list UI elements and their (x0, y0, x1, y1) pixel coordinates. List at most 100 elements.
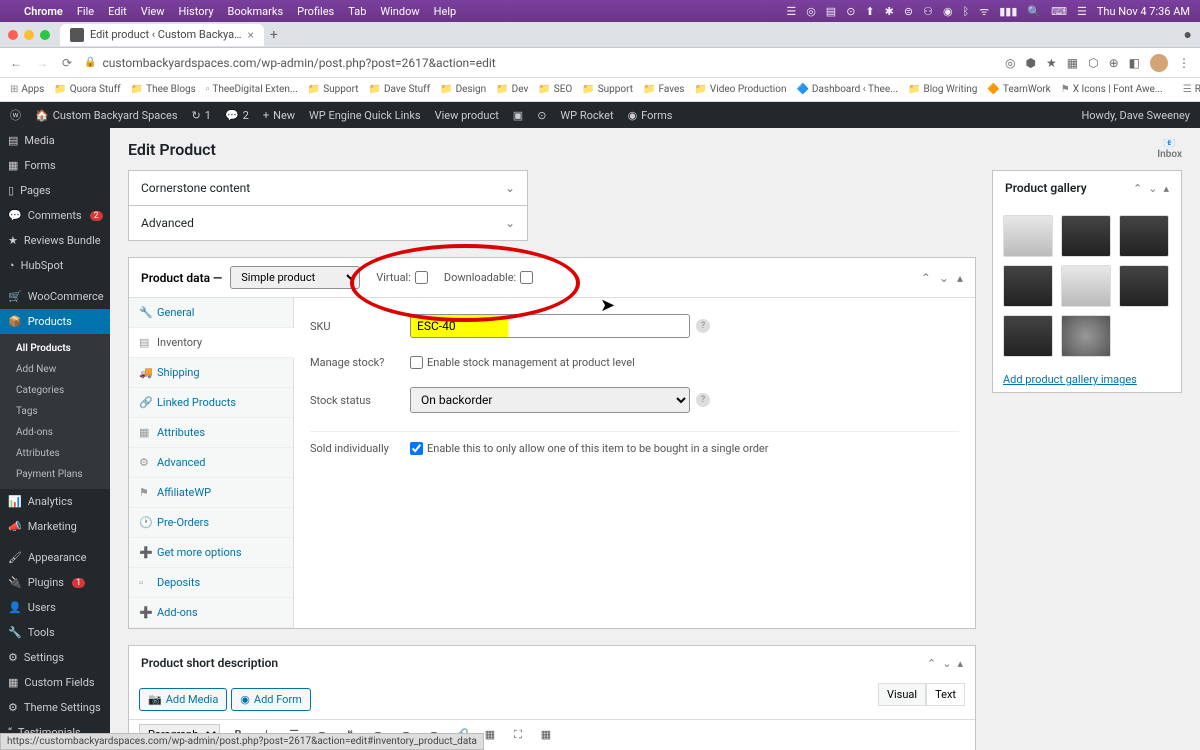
bookmark-folder[interactable]: 📁Quora Stuff (54, 84, 120, 95)
forms-link[interactable]: ◉ Forms (628, 109, 673, 122)
tab-advanced[interactable]: ⚙Advanced (129, 448, 293, 478)
add-media-button[interactable]: 📷 Add Media (139, 688, 227, 711)
bookmark-folder[interactable]: 📁Support (582, 84, 633, 95)
reload-button[interactable]: ⟳ (62, 56, 72, 70)
menubar-icon[interactable]: ◎ (806, 5, 816, 18)
text-tab[interactable]: Text (926, 683, 965, 706)
wprocket[interactable]: WP Rocket (560, 109, 613, 122)
chevron-down-icon[interactable]: ⌄ (1148, 182, 1157, 195)
toolbar-toggle-button[interactable]: ▦ (536, 725, 556, 745)
adminbar-icon[interactable]: ⊙ (537, 109, 546, 122)
bookmark-folder[interactable]: 📁Video Production (694, 84, 786, 95)
gallery-thumb[interactable] (1003, 315, 1053, 357)
new-link[interactable]: + New (263, 109, 295, 122)
site-link[interactable]: 🏠 Custom Backyard Spaces (35, 109, 178, 122)
menu-window[interactable]: Window (380, 5, 419, 18)
gallery-thumb[interactable] (1003, 265, 1053, 307)
bookmark[interactable]: ⚑X Icons | Font Awe... (1061, 84, 1163, 95)
sidebar-item-comments[interactable]: 💬Comments2 (0, 203, 110, 228)
menubar-icon[interactable]: ⚇ (923, 5, 933, 18)
toggle-icon[interactable]: ▴ (1163, 182, 1169, 195)
wp-logo[interactable]: ⓦ (10, 107, 21, 123)
menubar-icon[interactable]: ◉ (943, 5, 953, 18)
menu-file[interactable]: File (77, 5, 94, 18)
adminbar-icon[interactable]: ▣ (513, 109, 523, 122)
gallery-thumb[interactable] (1119, 215, 1169, 257)
forward-button[interactable]: → (36, 56, 48, 70)
chevron-up-icon[interactable]: ⌃ (927, 657, 936, 670)
tab-inventory[interactable]: ▤Inventory (129, 328, 294, 358)
tab-attributes[interactable]: ▦Attributes (129, 418, 293, 448)
bookmark-folder[interactable]: 📁Faves (643, 84, 684, 95)
chevron-down-icon[interactable]: ⌄ (939, 271, 949, 285)
tab-linked[interactable]: 🔗Linked Products (129, 388, 293, 418)
overflow-menu-icon[interactable]: ⋮ (1178, 56, 1190, 70)
extension-icon[interactable]: ★ (1046, 56, 1057, 70)
manage-stock-checkbox[interactable] (410, 356, 423, 369)
control-center-icon[interactable]: ☰ (1077, 5, 1087, 18)
chevron-up-icon[interactable]: ⌃ (921, 271, 931, 285)
sidebar-sub-attributes[interactable]: Attributes (0, 443, 110, 464)
bookmark[interactable]: 🔶TeamWork (987, 84, 1050, 95)
sidebar-sub-all[interactable]: All Products (0, 338, 110, 359)
new-tab-button[interactable]: + (270, 27, 278, 43)
sidebar-item-woocommerce[interactable]: 🛒WooCommerce (0, 284, 110, 309)
sidebar-sub-addons[interactable]: Add-ons (0, 422, 110, 443)
gallery-thumb[interactable] (1119, 265, 1169, 307)
sidebar-sub-tags[interactable]: Tags (0, 401, 110, 422)
browser-tab[interactable]: Edit product ‹ Custom Backya… × (60, 24, 264, 46)
help-icon[interactable]: ? (696, 319, 710, 333)
extension-icon[interactable]: ▦ (1067, 56, 1078, 70)
downloadable-checkbox[interactable]: Downloadable: (444, 271, 533, 284)
updates-link[interactable]: ↻ 1 (192, 109, 211, 122)
add-form-button[interactable]: ◉ Add Form (231, 688, 311, 711)
extension-icon[interactable]: ◎ (1005, 56, 1015, 70)
bookmark[interactable]: 🔷Dashboard ‹ Thee... (796, 84, 898, 95)
add-gallery-link[interactable]: Add product gallery images (993, 367, 1181, 392)
help-icon[interactable]: ? (696, 393, 710, 407)
sidebar-item-customfields[interactable]: ▦Custom Fields (0, 670, 110, 695)
sidebar-item-marketing[interactable]: 📣Marketing (0, 514, 110, 539)
sidebar-item-hubspot[interactable]: ◔HubSpot (0, 253, 110, 278)
menubar-icon[interactable]: ☰ (786, 5, 796, 18)
bookmark-folder[interactable]: 📁Design (440, 84, 486, 95)
menu-bookmarks[interactable]: Bookmarks (228, 5, 284, 18)
tab-affiliatewp[interactable]: ⚑AffiliateWP (129, 478, 293, 508)
menu-help[interactable]: Help (434, 5, 457, 18)
tab-shipping[interactable]: 🚚Shipping (129, 358, 293, 388)
sold-individually-checkbox[interactable] (410, 442, 423, 455)
stock-status-select[interactable]: On backorder (410, 387, 690, 413)
sidebar-item-tools[interactable]: 🔧Tools (0, 620, 110, 645)
tab-preorders[interactable]: 🕐Pre-Orders (129, 508, 293, 538)
menu-app[interactable]: Chrome (24, 5, 63, 18)
bookmark-folder[interactable]: 📁SEO (538, 84, 572, 95)
quicklinks[interactable]: WP Engine Quick Links (309, 109, 421, 122)
toggle-icon[interactable]: ▴ (957, 657, 963, 670)
profile-avatar[interactable] (1150, 54, 1168, 72)
menu-history[interactable]: History (179, 5, 214, 18)
menu-profiles[interactable]: Profiles (297, 5, 334, 18)
sidebar-item-pages[interactable]: ▯Pages (0, 178, 110, 203)
input-icon[interactable]: ⌨ (1051, 5, 1067, 18)
view-product[interactable]: View product (435, 109, 499, 122)
tab-general[interactable]: 🔧General (129, 298, 293, 328)
tab-deposits[interactable]: ▫Deposits (129, 568, 293, 598)
window-controls[interactable] (8, 30, 50, 40)
sidebar-sub-addnew[interactable]: Add New (0, 359, 110, 380)
menubar-icon[interactable]: ⊜ (904, 5, 913, 18)
chevron-up-icon[interactable]: ⌃ (1133, 182, 1142, 195)
chevron-down-icon[interactable]: ⌄ (942, 657, 951, 670)
tab-overflow-icon[interactable]: ● (1184, 26, 1192, 43)
metabox-advanced[interactable]: Advanced⌄ (128, 206, 528, 241)
toggle-icon[interactable]: ▴ (957, 271, 963, 285)
bluetooth-icon[interactable]: ᛒ (963, 5, 970, 18)
product-type-select[interactable]: Simple product (230, 266, 360, 289)
virtual-checkbox[interactable]: Virtual: (376, 271, 428, 284)
tab-addons[interactable]: ➕Add-ons (129, 598, 293, 628)
extension-icon[interactable]: ⬢ (1026, 56, 1036, 70)
extension-icon[interactable]: ⊕ (1109, 56, 1119, 70)
visual-tab[interactable]: Visual (878, 683, 926, 706)
sidebar-item-reviews[interactable]: ★Reviews Bundle (0, 228, 110, 253)
reading-list[interactable]: ☰Reading List (1183, 84, 1200, 95)
sidebar-item-media[interactable]: ▤Media (0, 128, 110, 153)
